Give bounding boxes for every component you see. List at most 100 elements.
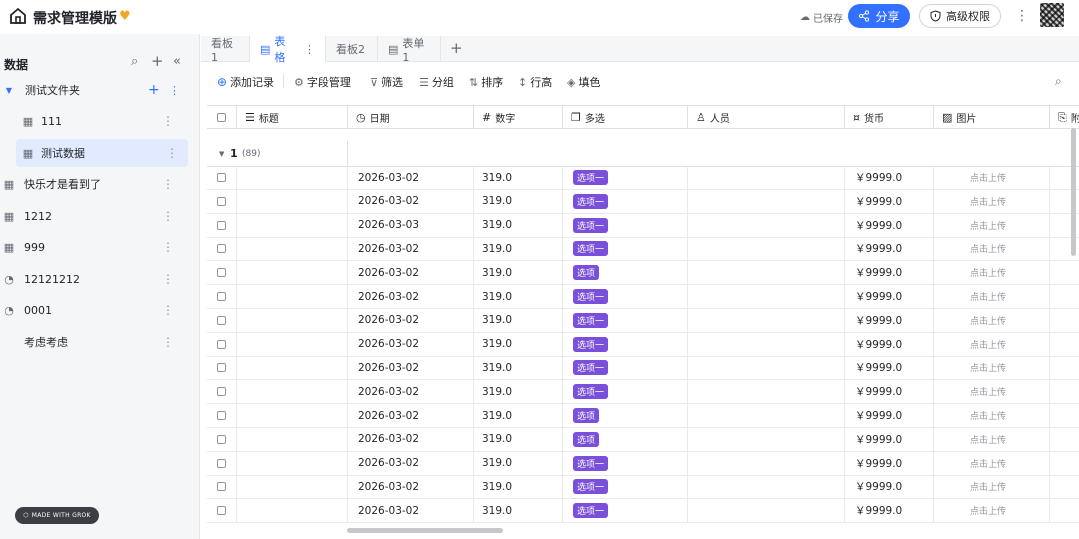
sidebar-item-999[interactable]: ▦ 999 ⋮ bbox=[0, 233, 200, 261]
cell-person[interactable] bbox=[688, 213, 845, 237]
cell-number[interactable]: 319.0 bbox=[474, 451, 563, 475]
more-icon[interactable]: ⋮ bbox=[162, 335, 174, 349]
cell-currency[interactable]: ￥9999.0 bbox=[845, 475, 934, 499]
table-row[interactable]: 2026-03-02 319.0 选项一 ￥9999.0 点击上传 bbox=[207, 285, 1079, 309]
cell-title[interactable] bbox=[237, 451, 348, 475]
sidebar-item-1212[interactable]: ▦ 1212 ⋮ bbox=[0, 202, 200, 230]
add-record-button[interactable]: ⊕ 添加记录 bbox=[217, 74, 274, 90]
table-row[interactable]: 2026-03-02 319.0 选项 ￥9999.0 点击上传 bbox=[207, 427, 1079, 452]
upload-link[interactable]: 点击上传 bbox=[970, 385, 1006, 398]
upload-link[interactable]: 点击上传 bbox=[970, 195, 1006, 208]
table-row[interactable]: 2026-03-02 319.0 选项一 ￥9999.0 点击上传 bbox=[207, 475, 1079, 500]
more-icon[interactable]: ⋮ bbox=[1015, 8, 1029, 24]
cell-image[interactable]: 点击上传 bbox=[934, 237, 1050, 261]
advanced-permission-button[interactable]: 高级权限 bbox=[919, 4, 1001, 28]
cell-image[interactable]: 点击上传 bbox=[934, 213, 1050, 237]
cell-currency[interactable]: ￥9999.0 bbox=[845, 261, 934, 285]
table-row[interactable]: 2026-03-02 319.0 选项一 ￥9999.0 点击上传 bbox=[207, 308, 1079, 333]
cell-currency[interactable]: ￥9999.0 bbox=[845, 332, 934, 356]
row-checkbox[interactable] bbox=[217, 292, 226, 301]
cell-image[interactable]: 点击上传 bbox=[934, 308, 1050, 332]
cell-multiselect[interactable]: 选项 bbox=[563, 427, 688, 451]
collapse-icon[interactable]: « bbox=[173, 54, 181, 69]
cell-attachment[interactable] bbox=[1050, 499, 1079, 522]
cell-attachment[interactable] bbox=[1050, 285, 1079, 308]
row-checkbox[interactable] bbox=[217, 339, 226, 349]
row-checkbox[interactable] bbox=[217, 268, 226, 278]
table-row[interactable]: 2026-03-02 319.0 选项一 ￥9999.0 点击上传 bbox=[207, 356, 1079, 381]
column-header-multiselect[interactable]: ❐ 多选 bbox=[563, 106, 688, 129]
table-row[interactable]: 2026-03-02 319.0 选项一 ￥9999.0 点击上传 bbox=[207, 189, 1079, 214]
cell-number[interactable]: 319.0 bbox=[474, 427, 563, 451]
table-row[interactable]: 2026-03-02 319.0 选项一 ￥9999.0 点击上传 bbox=[207, 332, 1079, 357]
cell-title[interactable] bbox=[237, 285, 348, 308]
upload-link[interactable]: 点击上传 bbox=[970, 242, 1006, 255]
cell-multiselect[interactable]: 选项一 bbox=[563, 380, 688, 404]
sidebar-item-12121212[interactable]: ◔ 12121212 ⋮ bbox=[0, 265, 200, 293]
upload-link[interactable]: 点击上传 bbox=[970, 457, 1006, 470]
cell-image[interactable]: 点击上传 bbox=[934, 404, 1050, 427]
column-header-date[interactable]: ◷ 日期 bbox=[348, 106, 474, 129]
cell-title[interactable] bbox=[237, 189, 348, 213]
cell-multiselect[interactable]: 选项一 bbox=[563, 451, 688, 475]
row-checkbox[interactable] bbox=[217, 220, 226, 230]
cell-date[interactable]: 2026-03-02 bbox=[348, 380, 474, 404]
cell-title[interactable] bbox=[237, 475, 348, 499]
tab-table[interactable]: ▤ 表格 ⋮ bbox=[250, 35, 326, 64]
cell-person[interactable] bbox=[688, 285, 845, 308]
cell-person[interactable] bbox=[688, 166, 845, 189]
more-icon[interactable]: ⋮ bbox=[162, 240, 174, 254]
row-checkbox-cell[interactable] bbox=[207, 499, 237, 523]
table-row[interactable]: 2026-03-02 319.0 选项一 ￥9999.0 点击上传 bbox=[207, 166, 1079, 190]
cell-image[interactable]: 点击上传 bbox=[934, 380, 1050, 404]
cell-person[interactable] bbox=[688, 380, 845, 404]
cell-attachment[interactable] bbox=[1050, 475, 1079, 498]
group-header-row[interactable]: ▼ 1 (89) bbox=[207, 141, 1079, 167]
cell-person[interactable] bbox=[688, 308, 845, 332]
cell-attachment[interactable] bbox=[1050, 428, 1079, 451]
cell-image[interactable]: 点击上传 bbox=[934, 356, 1050, 380]
cell-attachment[interactable] bbox=[1050, 380, 1079, 403]
column-header-number[interactable]: # 数字 bbox=[474, 106, 563, 129]
filter-button[interactable]: ⊽ 筛选 bbox=[370, 74, 403, 90]
cell-image[interactable]: 点击上传 bbox=[934, 451, 1050, 475]
cell-date[interactable]: 2026-03-02 bbox=[348, 237, 474, 261]
cell-image[interactable]: 点击上传 bbox=[934, 427, 1050, 451]
cell-date[interactable]: 2026-03-02 bbox=[348, 166, 474, 189]
row-checkbox[interactable] bbox=[217, 315, 226, 325]
column-header-title[interactable]: ☰ 标题 bbox=[237, 106, 348, 129]
sort-button[interactable]: ⇅ 排序 bbox=[469, 74, 503, 90]
search-icon[interactable]: ⌕ bbox=[1055, 74, 1062, 89]
upload-link[interactable]: 点击上传 bbox=[970, 171, 1006, 184]
tab-kanban1[interactable]: 看板1 bbox=[201, 36, 250, 64]
column-header-currency[interactable]: ¤ 货币 bbox=[845, 106, 934, 129]
row-checkbox-cell[interactable] bbox=[207, 356, 237, 380]
row-checkbox-cell[interactable] bbox=[207, 261, 237, 285]
table-row[interactable]: 2026-03-02 319.0 选项一 ￥9999.0 点击上传 bbox=[207, 237, 1079, 262]
avatar[interactable] bbox=[1040, 3, 1064, 27]
cell-date[interactable]: 2026-03-02 bbox=[348, 475, 474, 499]
cell-title[interactable] bbox=[237, 166, 348, 189]
cell-title[interactable] bbox=[237, 237, 348, 261]
cell-date[interactable]: 2026-03-02 bbox=[348, 261, 474, 285]
cell-image[interactable]: 点击上传 bbox=[934, 475, 1050, 499]
table-row[interactable]: 2026-03-03 319.0 选项一 ￥9999.0 点击上传 bbox=[207, 213, 1079, 238]
favorite-icon[interactable]: ♥ bbox=[119, 9, 131, 24]
sidebar-item-folder[interactable]: ▼ 测试文件夹 + ⋮ bbox=[0, 76, 200, 104]
cell-attachment[interactable] bbox=[1050, 452, 1079, 475]
cell-currency[interactable]: ￥9999.0 bbox=[845, 380, 934, 404]
cell-multiselect[interactable]: 选项一 bbox=[563, 356, 688, 380]
upload-link[interactable]: 点击上传 bbox=[970, 314, 1006, 327]
cell-person[interactable] bbox=[688, 475, 845, 499]
cell-date[interactable]: 2026-03-02 bbox=[348, 332, 474, 356]
cell-multiselect[interactable]: 选项一 bbox=[563, 475, 688, 499]
row-checkbox-cell[interactable] bbox=[207, 308, 237, 332]
cell-number[interactable]: 319.0 bbox=[474, 237, 563, 261]
cell-currency[interactable]: ￥9999.0 bbox=[845, 213, 934, 237]
cell-currency[interactable]: ￥9999.0 bbox=[845, 427, 934, 451]
table-row[interactable]: 2026-03-02 319.0 选项一 ￥9999.0 点击上传 bbox=[207, 380, 1079, 405]
cell-multiselect[interactable]: 选项一 bbox=[563, 308, 688, 332]
cell-image[interactable]: 点击上传 bbox=[934, 499, 1050, 523]
more-icon[interactable]: ⋮ bbox=[304, 43, 315, 56]
row-checkbox-cell[interactable] bbox=[207, 475, 237, 499]
